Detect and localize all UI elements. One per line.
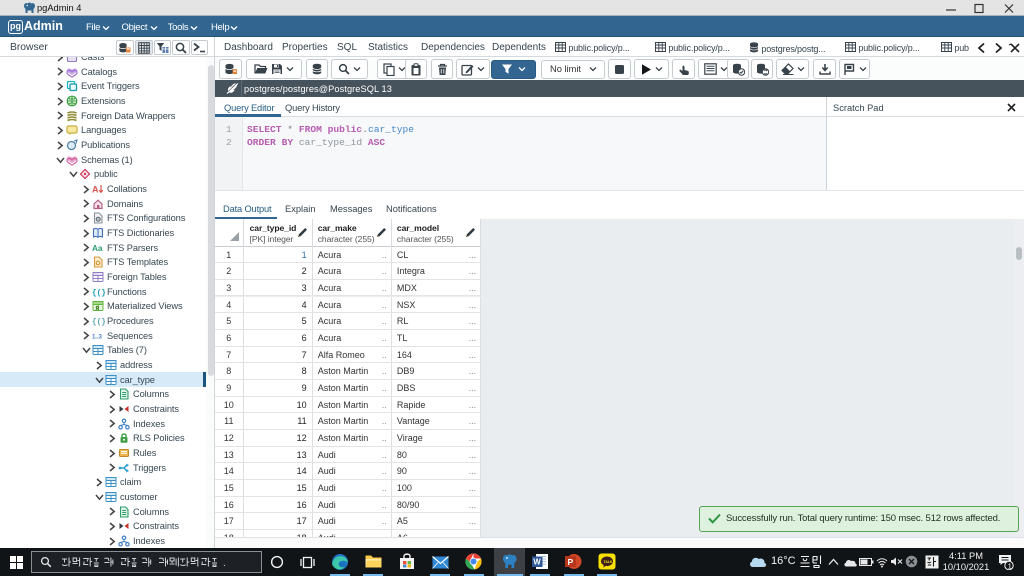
svg-text:R: R — [96, 306, 100, 312]
svg-text:1..3: 1..3 — [92, 333, 103, 340]
svg-text:A: A — [92, 185, 99, 195]
svg-text:{(}: {(} — [92, 289, 105, 298]
svg-text:P: P — [568, 557, 574, 567]
svg-text:Aa: Aa — [92, 243, 103, 253]
svg-text:{(}: {(} — [92, 318, 105, 327]
svg-text:TALK: TALK — [604, 560, 614, 564]
svg-text:W: W — [533, 558, 541, 567]
svg-text:1: 1 — [1008, 561, 1012, 570]
